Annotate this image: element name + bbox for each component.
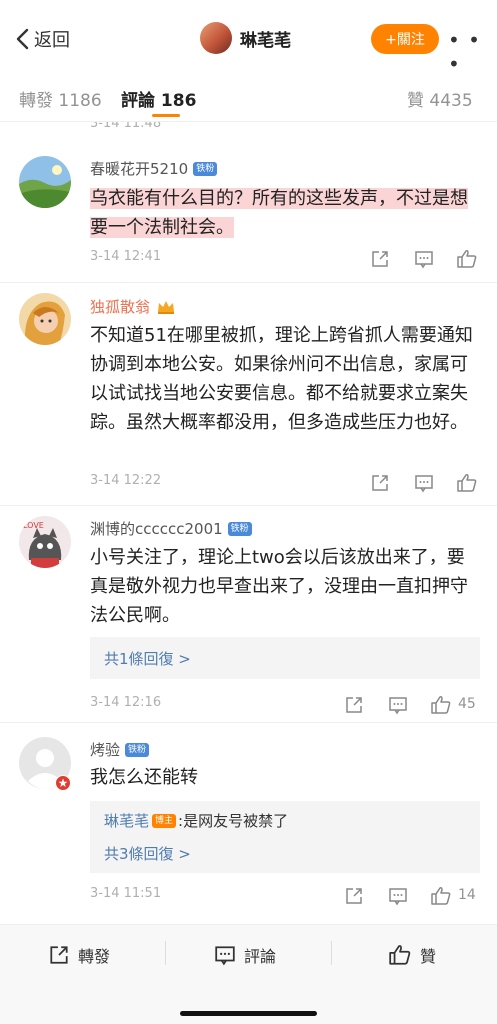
vip-crown-icon [158, 300, 175, 314]
divider [331, 941, 332, 965]
username[interactable]: 春暖花开5210 铁粉 [90, 158, 218, 179]
tab-likes[interactable]: 贊 4435 [407, 86, 473, 111]
avatar[interactable]: LOVE [19, 516, 71, 568]
username-text[interactable]: 春暖花开5210 [90, 158, 188, 179]
comment-meta: 3-14 11:51 14 [90, 886, 480, 906]
reply-preview-box[interactable]: 共1條回復 > [90, 637, 480, 679]
verified-badge-icon [55, 775, 71, 791]
partial-comment-footer: 3-14 11:48 [0, 122, 497, 132]
thumbs-up-icon[interactable] [456, 473, 478, 493]
tab-reposts[interactable]: 轉發 1186 [19, 86, 102, 111]
comment-text: 我怎么还能转 [90, 767, 198, 788]
reply-username[interactable]: 琳芼芼 [104, 810, 149, 831]
comment-meta: 3-14 12:41 [90, 249, 480, 269]
comment-icon[interactable] [388, 695, 408, 715]
share-icon[interactable] [344, 695, 364, 715]
back-button[interactable]: 返回 [14, 26, 70, 52]
repost-button[interactable]: 轉發 [48, 943, 110, 967]
comment-timestamp: 3-14 12:22 [90, 473, 162, 488]
username-text[interactable]: 渊博的cccccc2001 [90, 518, 223, 539]
home-indicator[interactable] [180, 1011, 317, 1016]
share-icon [50, 946, 68, 964]
username-text[interactable]: 烤验 [90, 739, 120, 760]
thumbs-up-icon [389, 945, 411, 965]
more-options-icon[interactable]: • • • [448, 28, 497, 76]
comment-icon[interactable] [414, 473, 434, 493]
avatar[interactable] [19, 737, 71, 791]
host-badge: 博主 [152, 813, 177, 828]
like-label: 贊 [420, 947, 437, 966]
reply-preview-box[interactable]: 琳芼芼 博主 :是网友号被禁了 共3條回復 > [90, 801, 480, 873]
like-button[interactable]: 贊 [388, 943, 436, 967]
username[interactable]: 独孤散翁 [90, 296, 176, 317]
like-count: 45 [458, 696, 476, 712]
fan-badge: 铁粉 [193, 161, 218, 176]
thumbs-up-icon[interactable] [430, 886, 452, 906]
comment-timestamp: 3-14 11:51 [90, 886, 162, 901]
comment-meta: 3-14 12:16 45 [90, 695, 480, 715]
comment-timestamp: 3-14 12:41 [90, 249, 162, 264]
comment-icon [215, 946, 235, 966]
username-text[interactable]: 独孤散翁 [90, 296, 150, 317]
svg-text:LOVE: LOVE [23, 521, 44, 530]
view-replies-link[interactable]: 共1條回復 > [104, 648, 191, 669]
username[interactable]: 渊博的cccccc2001 铁粉 [90, 518, 252, 539]
comment-text: 乌衣能有什么目的？所有的这些发声，不过是想要一个法制社会。 [90, 184, 480, 242]
comment-text: 不知道51在哪里被抓，理论上跨省抓人需要通知协调到本地公安。如果徐州问不出信息，… [90, 325, 473, 433]
comment-label: 評論 [244, 947, 277, 966]
share-icon[interactable] [370, 473, 390, 493]
tab-comments[interactable]: 評論 186 [121, 86, 196, 111]
share-icon[interactable] [370, 249, 390, 269]
username[interactable]: 烤验 铁粉 [90, 739, 150, 760]
back-label: 返回 [34, 30, 70, 51]
comment-item: 春暖花开5210 铁粉 乌衣能有什么目的？所有的这些发声，不过是想要一个法制社会… [0, 132, 497, 282]
top-nav-bar: 返回 琳芼芼 +關注 • • • [0, 0, 497, 78]
comment-item: 烤验 铁粉 我怎么还能转 琳芼芼 博主 :是网友号被禁了 共3條回復 > 3-1… [0, 723, 497, 923]
bottom-action-bar: 轉發 評論 贊 [0, 924, 497, 1024]
follow-button[interactable]: +關注 [371, 24, 439, 54]
interaction-tabs: 轉發 1186 評論 186 贊 4435 [0, 78, 497, 122]
comment-text: 小号关注了，理论上two会以后该放出来了，要真是敬外视力也早查出来了，没理由一直… [90, 547, 468, 626]
share-icon[interactable] [344, 886, 364, 906]
view-replies-link[interactable]: 共3條回復 > [104, 843, 191, 864]
fan-badge: 铁粉 [227, 521, 252, 536]
fan-badge: 铁粉 [125, 742, 150, 757]
comment-button[interactable]: 評論 [214, 943, 276, 967]
divider [165, 941, 166, 965]
comment-item: LOVE 渊博的cccccc2001 铁粉 小号关注了，理论上two会以后该放出… [0, 506, 497, 722]
comment-item: 独孤散翁 不知道51在哪里被抓，理论上跨省抓人需要通知协调到本地公安。如果徐州问… [0, 283, 497, 505]
repost-label: 轉發 [78, 947, 111, 966]
comment-timestamp: 3-14 12:16 [90, 695, 162, 710]
reply-text: :是网友号被禁了 [178, 812, 289, 830]
author-avatar[interactable] [200, 22, 232, 54]
comment-icon[interactable] [388, 886, 408, 906]
thumbs-up-icon[interactable] [430, 695, 452, 715]
thumbs-up-icon[interactable] [456, 249, 478, 269]
highlighted-text: 乌衣能有什么目的？所有的这些发声，不过是想要一个法制社会。 [90, 188, 468, 238]
comment-timestamp: 3-14 11:48 [90, 122, 162, 131]
avatar[interactable] [19, 293, 71, 345]
reply-preview: 琳芼芼 博主 :是网友号被禁了 [104, 810, 288, 831]
active-tab-indicator [152, 114, 180, 117]
author-name[interactable]: 琳芼芼 [240, 26, 291, 51]
chevron-left-icon [16, 28, 29, 50]
comment-icon[interactable] [414, 249, 434, 269]
author-header[interactable]: 琳芼芼 [200, 22, 291, 54]
like-count: 14 [458, 887, 476, 903]
comment-meta: 3-14 12:22 [90, 473, 480, 493]
avatar[interactable] [19, 156, 71, 208]
